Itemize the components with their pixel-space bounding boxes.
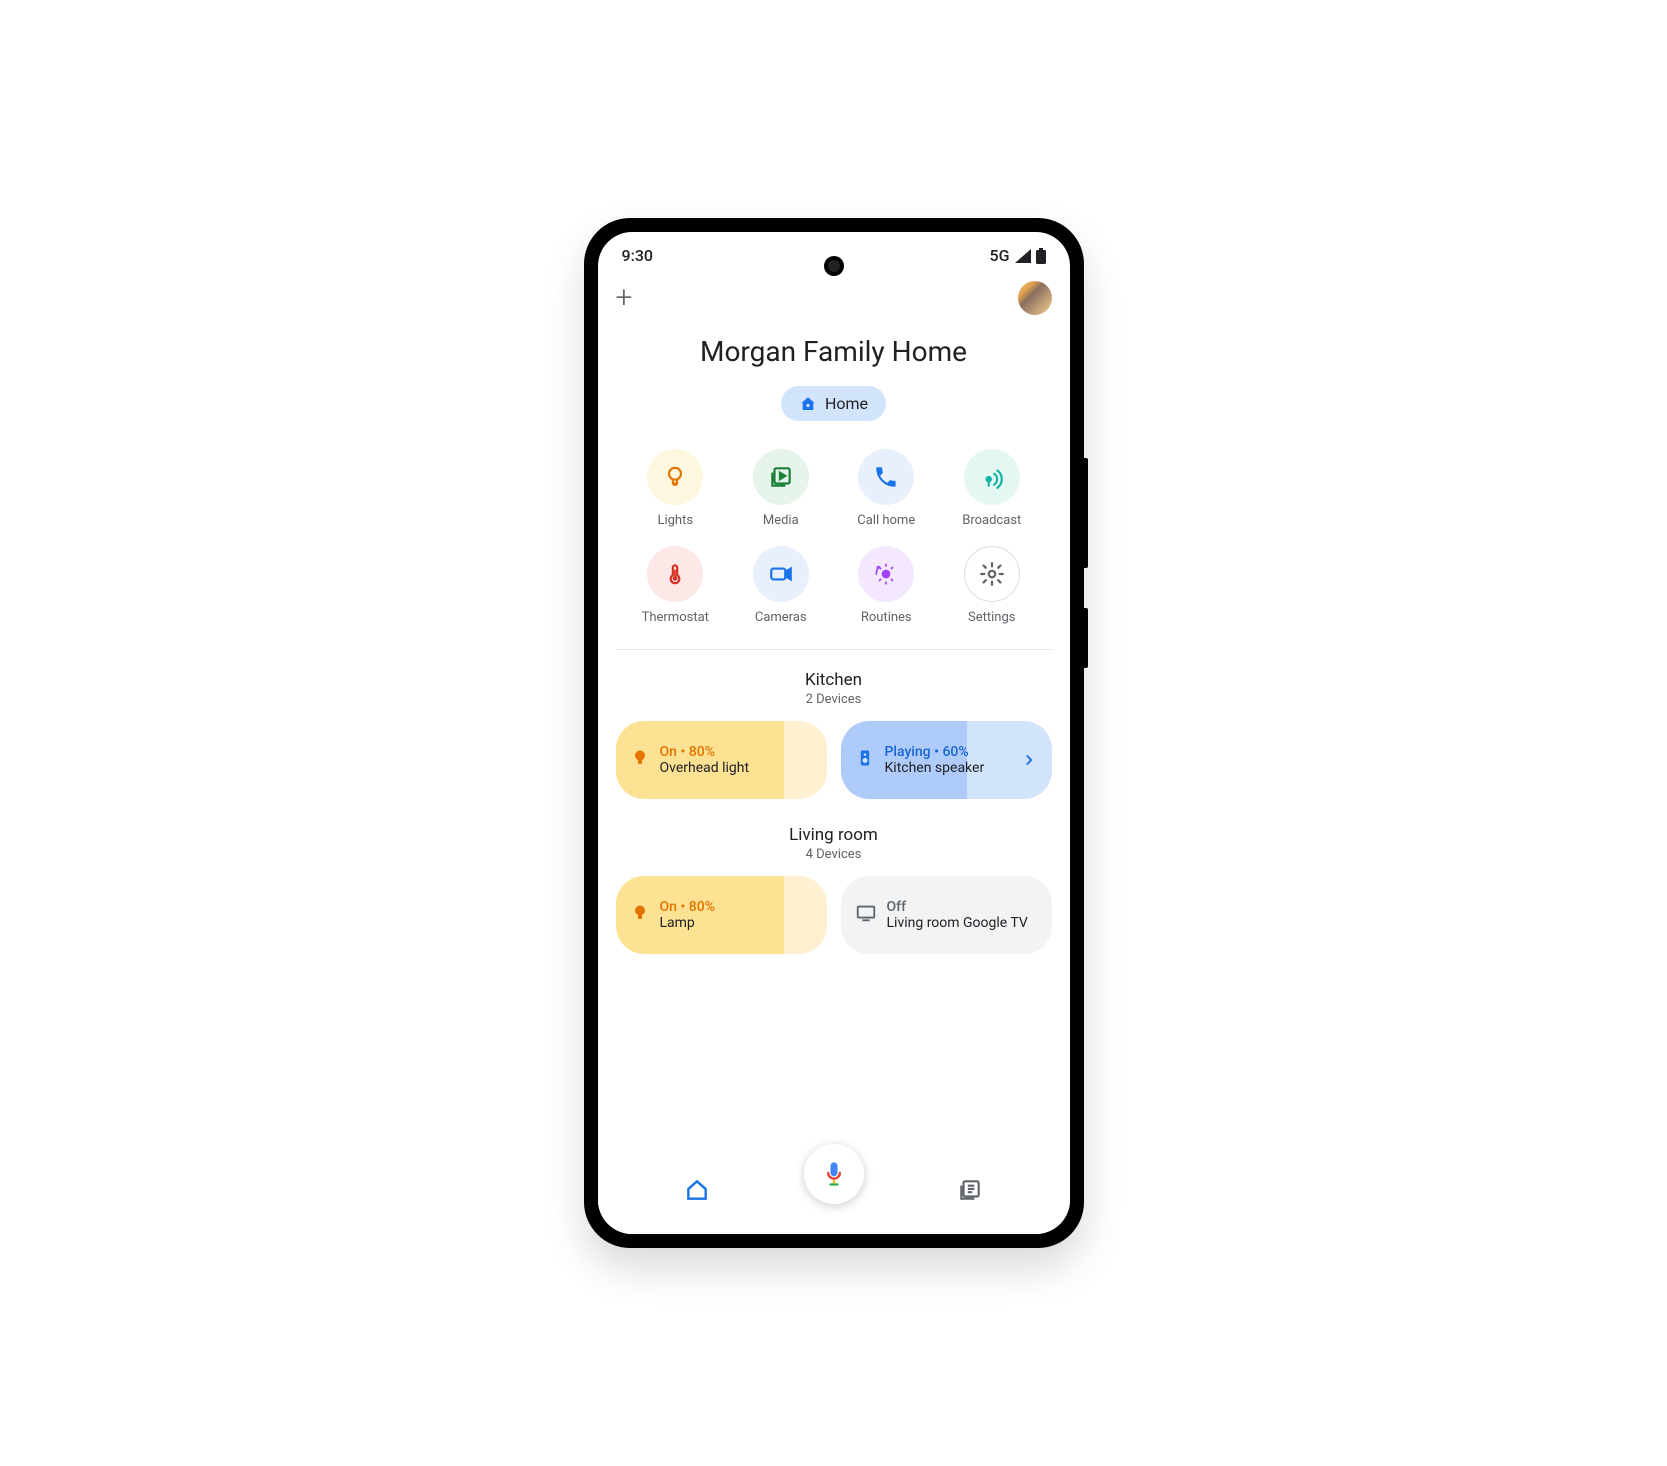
home-chip-label: Home <box>825 394 868 413</box>
add-button[interactable]: + <box>616 283 633 313</box>
home-title: Morgan Family Home <box>616 335 1052 368</box>
nav-feed-button[interactable] <box>957 1177 983 1207</box>
device-name: Lamp <box>660 915 813 931</box>
quick-label: Routines <box>861 610 912 625</box>
status-time: 9:30 <box>622 246 654 265</box>
broadcast-icon <box>964 449 1020 505</box>
mic-icon <box>820 1160 848 1188</box>
feed-icon <box>957 1177 983 1203</box>
battery-icon <box>1036 248 1046 264</box>
thermo-icon <box>647 546 703 602</box>
device-status: On • 80% <box>660 744 813 760</box>
device-status: Off <box>887 899 1038 915</box>
quick-settings[interactable]: Settings <box>942 546 1042 625</box>
bulb-icon <box>647 449 703 505</box>
quick-label: Lights <box>657 513 693 528</box>
quick-label: Settings <box>968 610 1015 625</box>
quick-label: Cameras <box>755 610 807 625</box>
signal-icon <box>1014 248 1032 264</box>
routine-icon <box>858 546 914 602</box>
device-status: Playing • 60% <box>885 744 1010 760</box>
quick-label: Media <box>763 513 799 528</box>
content-scroll[interactable]: Morgan Family Home Home Lights Media Cal… <box>598 319 1070 1234</box>
quick-broadcast[interactable]: Broadcast <box>942 449 1042 528</box>
device-name: Kitchen speaker <box>885 760 1010 776</box>
quick-thermostat[interactable]: Thermostat <box>626 546 726 625</box>
nav-home-button[interactable] <box>684 1177 710 1207</box>
quick-label: Broadcast <box>962 513 1021 528</box>
quick-label: Thermostat <box>642 610 709 625</box>
room-device-count: 4 Devices <box>616 847 1052 862</box>
tv-icon <box>855 902 877 928</box>
quick-call-home[interactable]: Call home <box>837 449 937 528</box>
device-card-living-room-google-tv[interactable]: Off Living room Google TV <box>841 876 1052 954</box>
device-card-kitchen-speaker[interactable]: Playing • 60% Kitchen speaker <box>841 721 1052 799</box>
camera-icon <box>753 546 809 602</box>
device-card-overhead-light[interactable]: On • 80% Overhead light <box>616 721 827 799</box>
quick-cameras[interactable]: Cameras <box>731 546 831 625</box>
room-name: Living room <box>616 825 1052 845</box>
device-status: On • 80% <box>660 899 813 915</box>
assistant-mic-button[interactable] <box>804 1144 864 1204</box>
home-chip-icon <box>799 395 817 413</box>
home-chip[interactable]: Home <box>781 386 886 421</box>
device-name: Living room Google TV <box>887 915 1038 931</box>
chevron-right-icon <box>1020 751 1038 769</box>
device-card-lamp[interactable]: On • 80% Lamp <box>616 876 827 954</box>
speaker-icon <box>855 748 875 772</box>
lightfill-icon <box>630 748 650 772</box>
room-name: Kitchen <box>616 670 1052 690</box>
phone-icon <box>858 449 914 505</box>
status-network: 5G <box>990 246 1010 265</box>
profile-avatar[interactable] <box>1018 281 1052 315</box>
quick-lights[interactable]: Lights <box>626 449 726 528</box>
device-name: Overhead light <box>660 760 813 776</box>
quick-label: Call home <box>857 513 915 528</box>
camera-notch <box>824 256 844 276</box>
lightfill-icon <box>630 903 650 927</box>
quick-media[interactable]: Media <box>731 449 831 528</box>
home-icon <box>684 1177 710 1203</box>
quick-routines[interactable]: Routines <box>837 546 937 625</box>
divider <box>616 649 1052 650</box>
room-device-count: 2 Devices <box>616 692 1052 707</box>
gear-icon <box>964 546 1020 602</box>
media-icon <box>753 449 809 505</box>
